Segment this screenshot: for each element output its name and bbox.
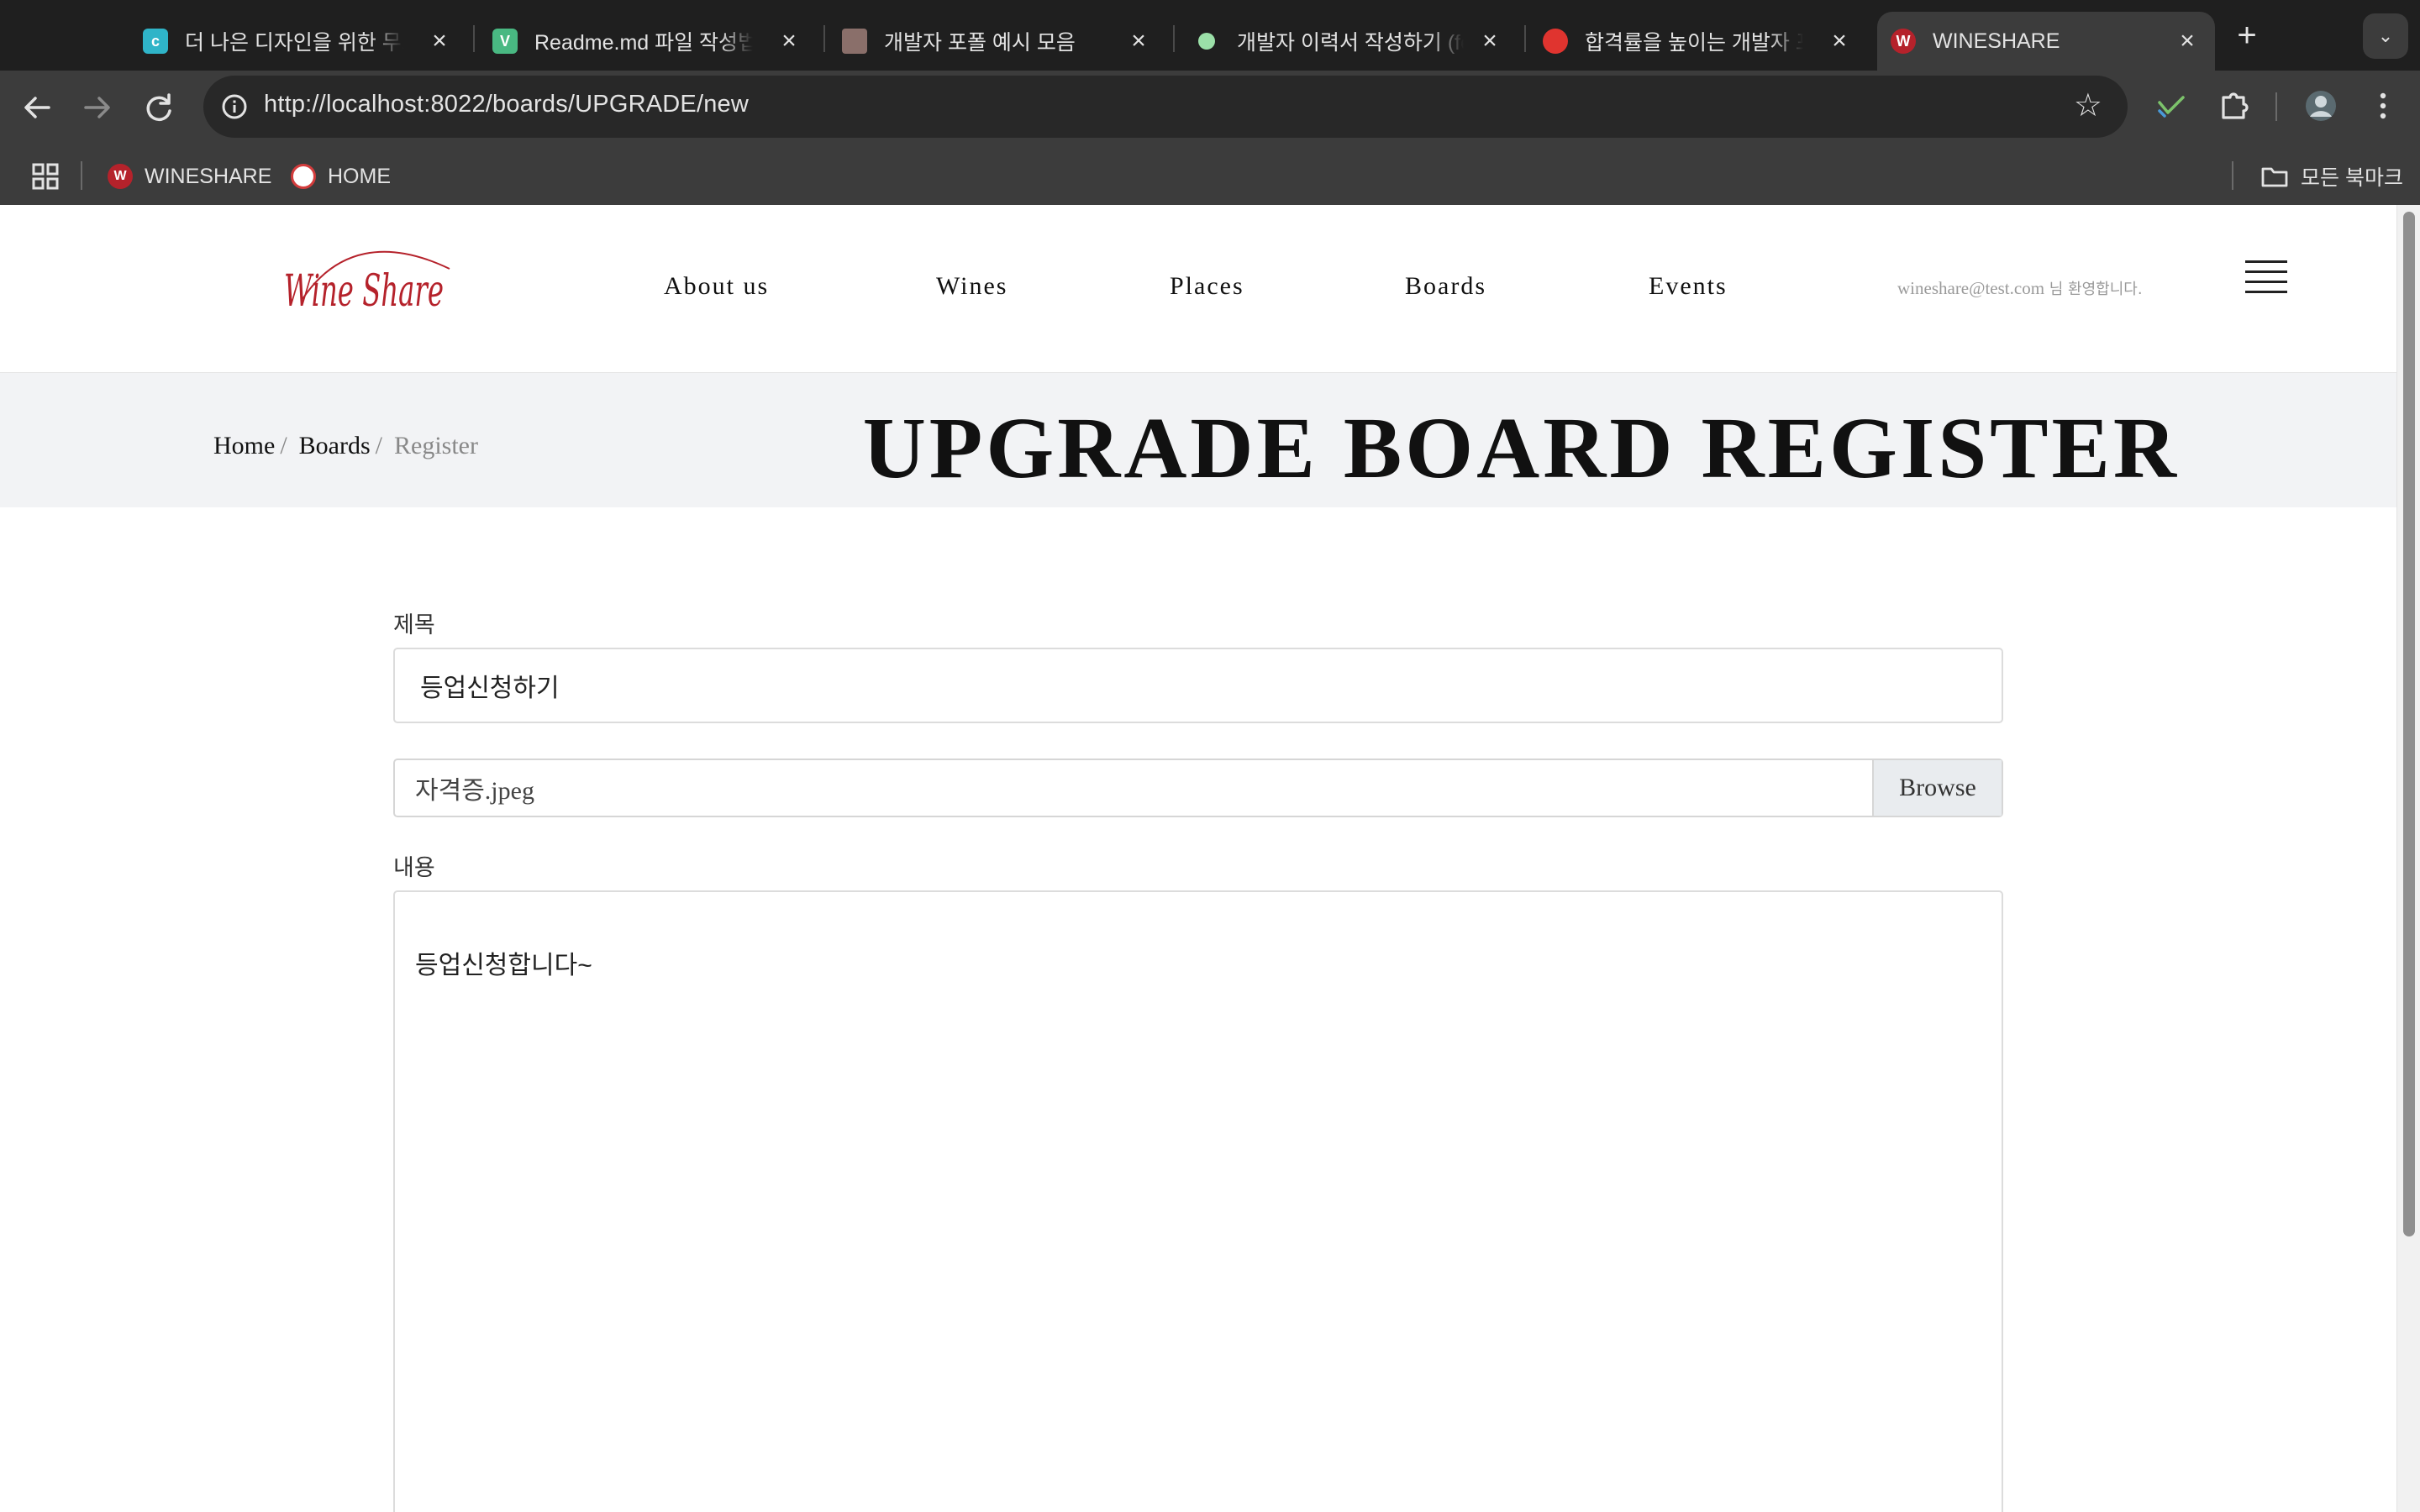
- browser-tab-4[interactable]: 개발자 이력서 작성하기 (feat ×: [1193, 12, 1504, 71]
- back-arrow-icon[interactable]: [17, 87, 57, 128]
- page-hero: Home / Boards / Register UPGRADE BOARD REGIS…: [0, 373, 2396, 507]
- breadcrumb-separator: /: [280, 432, 287, 459]
- browser-tab-active[interactable]: W WINESHARE ×: [1877, 12, 2215, 71]
- url-host: http://localhost: [264, 91, 424, 118]
- browser-tab-2[interactable]: V Readme.md 파일 작성법 ×: [492, 12, 803, 71]
- tab-title: 더 나은 디자인을 위한 무료 툴: [185, 31, 403, 55]
- extensions-puzzle-icon[interactable]: [2213, 86, 2254, 126]
- tab-favicon-icon: [842, 29, 867, 54]
- bookmarks-separator: [2232, 161, 2233, 190]
- tab-title: 합격률을 높이는 개발자 포트: [1585, 31, 1803, 55]
- address-bar[interactable]: http://localhost:8022/boards/UPGRADE/new…: [203, 76, 2128, 138]
- welcome-suffix: 님 환영합니다.: [2044, 281, 2143, 298]
- site-header: Wine Share About us Wines Places Boards …: [0, 205, 2396, 373]
- title-label: 제목: [393, 612, 435, 638]
- bookmark-star-icon[interactable]: ☆: [2074, 87, 2102, 124]
- forward-arrow-icon[interactable]: [77, 87, 118, 128]
- tab-close-icon[interactable]: ×: [1124, 27, 1153, 55]
- tab-close-icon[interactable]: ×: [775, 27, 803, 55]
- welcome-email: wineshare@test.com: [1897, 278, 2045, 298]
- bookmark-home[interactable]: HOME: [291, 160, 391, 193]
- bookmark-label: HOME: [328, 164, 391, 188]
- title-input[interactable]: 등업신청하기: [393, 648, 2003, 723]
- tab-close-icon[interactable]: ×: [1825, 27, 1854, 55]
- tab-separator: [1524, 25, 1526, 52]
- browser-tab-1[interactable]: c 더 나은 디자인을 위한 무료 툴 ×: [143, 12, 454, 71]
- file-name[interactable]: 자격증.jpeg: [395, 760, 1872, 816]
- browse-button[interactable]: Browse: [1872, 760, 2002, 816]
- tab-separator: [1173, 25, 1175, 52]
- tab-title: WINESHARE: [1933, 29, 2060, 53]
- tab-title: 개발자 포폴 예시 모음: [884, 31, 1076, 55]
- tab-favicon-icon: V: [492, 29, 518, 54]
- upgrade-register-form: 제목 등업신청하기 자격증.jpeg Browse 내용 등업신청합니다~: [393, 608, 2003, 1512]
- breadcrumb-home[interactable]: Home: [213, 432, 275, 459]
- tab-close-icon[interactable]: ×: [425, 27, 454, 55]
- url-text[interactable]: http://localhost:8022/boards/UPGRADE/new: [264, 91, 749, 118]
- tab-title: Readme.md 파일 작성법: [534, 31, 753, 55]
- browser-tab-5[interactable]: 합격률을 높이는 개발자 포트 ×: [1543, 12, 1854, 71]
- content-label: 내용: [393, 855, 435, 880]
- page-title: UPGRADE BOARD REGISTER: [862, 400, 2180, 496]
- nav-wines[interactable]: Wines: [936, 272, 1007, 301]
- site-info-icon[interactable]: [217, 89, 252, 124]
- scrollbar-thumb[interactable]: [2403, 212, 2415, 1236]
- welcome-message: wineshare@test.com 님 환영합니다.: [1897, 277, 2143, 299]
- nav-about-us[interactable]: About us: [664, 272, 769, 301]
- toolbar-separator: [2275, 92, 2277, 121]
- nav-places[interactable]: Places: [1170, 272, 1244, 301]
- nav-events[interactable]: Events: [1649, 272, 1728, 301]
- profile-avatar[interactable]: [2301, 86, 2341, 126]
- bookmark-wineshare[interactable]: W WINESHARE: [108, 160, 271, 193]
- breadcrumb-current: Register: [394, 432, 478, 459]
- breadcrumb-boards[interactable]: Boards: [299, 432, 371, 459]
- tab-search-chevron-icon[interactable]: ⌄: [2363, 13, 2408, 59]
- nav-boards[interactable]: Boards: [1405, 272, 1486, 301]
- folder-icon: [2260, 164, 2289, 189]
- wineshare-logo[interactable]: Wine Share: [277, 240, 462, 333]
- breadcrumb: Home / Boards / Register: [213, 432, 478, 460]
- browser-menu-kebab-icon[interactable]: [2363, 86, 2403, 126]
- new-tab-plus-icon[interactable]: +: [2227, 17, 2267, 57]
- file-upload-field[interactable]: 자격증.jpeg Browse: [393, 759, 2003, 817]
- content-textarea[interactable]: 등업신청합니다~: [393, 890, 2003, 1512]
- hamburger-menu-icon[interactable]: [2245, 260, 2287, 294]
- tab-favicon-icon: [1543, 29, 1568, 54]
- breadcrumb-separator: /: [375, 432, 383, 459]
- tab-favicon-icon: W: [1891, 29, 1916, 54]
- browser-tab-3[interactable]: 개발자 포폴 예시 모음 ×: [842, 12, 1153, 71]
- apps-grid-icon[interactable]: [25, 156, 66, 197]
- all-bookmarks-button[interactable]: 모든 북마크: [2260, 160, 2403, 193]
- extension-check-icon[interactable]: [2151, 86, 2191, 126]
- url-path: :8022/boards/UPGRADE/new: [424, 91, 750, 118]
- tab-separator: [473, 25, 475, 52]
- page-viewport: Wine Share About us Wines Places Boards …: [0, 205, 2396, 1512]
- tab-close-icon[interactable]: ×: [1476, 27, 1504, 55]
- all-bookmarks-label: 모든 북마크: [2301, 166, 2403, 190]
- bookmarks-separator: [81, 161, 82, 190]
- tab-favicon-icon: [1198, 33, 1215, 50]
- reload-icon[interactable]: [138, 87, 178, 128]
- tab-separator: [823, 25, 825, 52]
- bookmark-label: WINESHARE: [145, 164, 272, 188]
- baseball-favicon-icon: [291, 164, 316, 189]
- page-scrollbar[interactable]: [2396, 205, 2420, 1512]
- tab-favicon-icon: c: [143, 29, 168, 54]
- wineshare-favicon-icon: W: [108, 164, 133, 189]
- tab-title: 개발자 이력서 작성하기 (feat: [1237, 31, 1464, 55]
- tab-close-icon[interactable]: ×: [2173, 27, 2202, 55]
